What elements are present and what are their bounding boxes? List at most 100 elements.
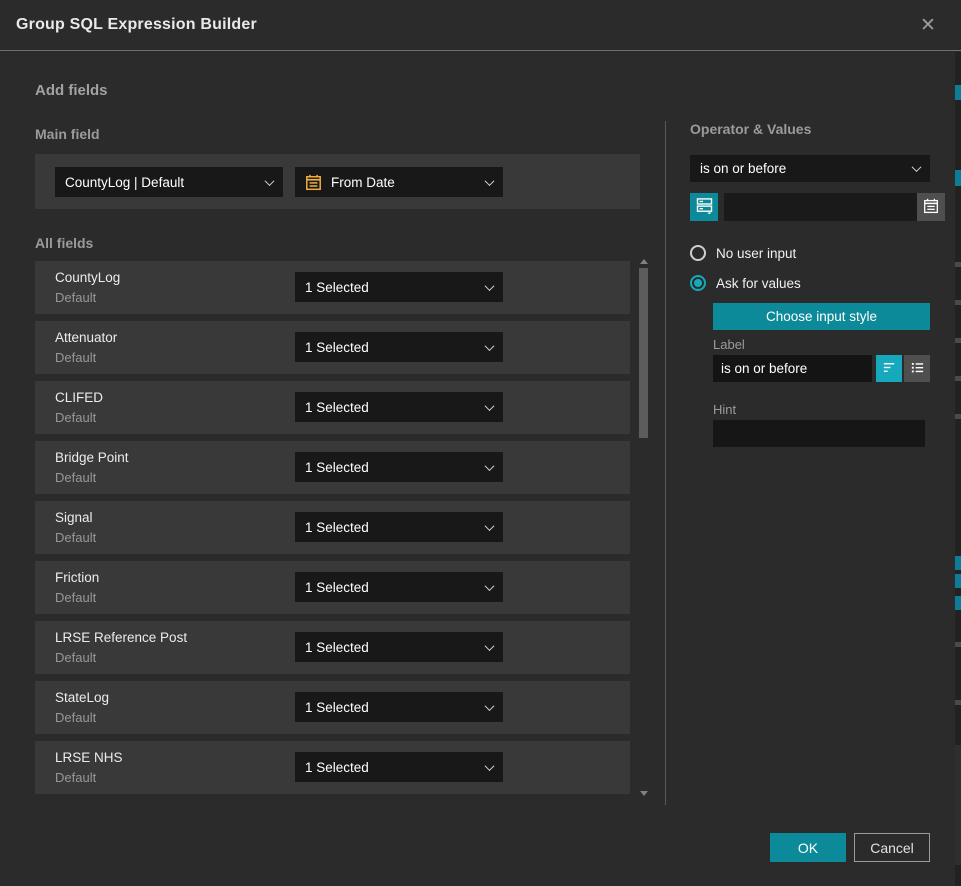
selection-value: 1 Selected: [305, 280, 478, 295]
no-user-input-label: No user input: [716, 246, 796, 261]
field-selection-select[interactable]: 1 Selected: [295, 632, 503, 662]
field-sublabel: Default: [55, 590, 96, 605]
add-fields-heading: Add fields: [35, 82, 108, 99]
operator-select-value: is on or before: [700, 161, 905, 176]
selection-value: 1 Selected: [305, 700, 478, 715]
no-user-input-radio[interactable]: No user input: [690, 245, 796, 261]
field-sublabel: Default: [55, 770, 96, 785]
field-sublabel: Default: [55, 710, 96, 725]
operator-values-panel: Operator & Values is on or before: [690, 121, 930, 137]
field-row: CLIFED Default 1 Selected: [35, 381, 630, 434]
layer-select[interactable]: CountyLog | Default: [55, 167, 283, 197]
date-value-input[interactable]: [724, 193, 917, 221]
selection-value: 1 Selected: [305, 460, 478, 475]
chevron-down-icon: [265, 176, 275, 186]
chevron-down-icon: [485, 641, 495, 651]
scroll-up-icon[interactable]: [640, 259, 648, 264]
selection-value: 1 Selected: [305, 640, 478, 655]
ask-for-values-label: Ask for values: [716, 276, 801, 291]
chevron-down-icon: [912, 162, 922, 172]
input-mode-icon: [696, 197, 713, 217]
choose-input-style-button[interactable]: Choose input style: [713, 303, 930, 330]
field-name: CLIFED: [55, 390, 103, 405]
operator-select[interactable]: is on or before: [690, 155, 930, 182]
panel-divider: [665, 121, 666, 805]
field-name: LRSE NHS: [55, 750, 123, 765]
dialog-title: Group SQL Expression Builder: [16, 16, 257, 34]
chevron-down-icon: [485, 281, 495, 291]
field-name: StateLog: [55, 690, 109, 705]
field-selection-select[interactable]: 1 Selected: [295, 752, 503, 782]
label-input[interactable]: [713, 355, 872, 382]
chevron-down-icon: [485, 521, 495, 531]
field-name: Signal: [55, 510, 93, 525]
field-selection-select[interactable]: 1 Selected: [295, 692, 503, 722]
list-scrollbar[interactable]: [637, 256, 651, 802]
field-selection-select[interactable]: 1 Selected: [295, 512, 503, 542]
field-name: Bridge Point: [55, 450, 129, 465]
field-row: StateLog Default 1 Selected: [35, 681, 630, 734]
chevron-down-icon: [485, 176, 495, 186]
calendar-icon: [923, 198, 939, 217]
single-value-style-button[interactable]: [876, 355, 902, 382]
radio-icon[interactable]: [690, 245, 706, 261]
field-row: Friction Default 1 Selected: [35, 561, 630, 614]
field-selection-select[interactable]: 1 Selected: [295, 272, 503, 302]
label-field-label: Label: [713, 337, 745, 352]
scroll-down-icon[interactable]: [640, 791, 648, 796]
selection-value: 1 Selected: [305, 520, 478, 535]
hint-field-label: Hint: [713, 402, 736, 417]
field-sublabel: Default: [55, 410, 96, 425]
chevron-down-icon: [485, 701, 495, 711]
layer-select-value: CountyLog | Default: [65, 175, 258, 190]
chevron-down-icon: [485, 401, 495, 411]
hint-input[interactable]: [713, 420, 925, 447]
field-sublabel: Default: [55, 650, 96, 665]
field-selection-select[interactable]: 1 Selected: [295, 392, 503, 422]
field-row: Attenuator Default 1 Selected: [35, 321, 630, 374]
operator-values-heading: Operator & Values: [690, 121, 930, 137]
align-left-icon: [882, 360, 897, 378]
field-sublabel: Default: [55, 350, 96, 365]
background-app-sliver: [955, 52, 961, 886]
ask-for-values-radio[interactable]: Ask for values: [690, 275, 801, 291]
field-name: Attenuator: [55, 330, 117, 345]
selection-value: 1 Selected: [305, 760, 478, 775]
field-selection-select[interactable]: 1 Selected: [295, 572, 503, 602]
chevron-down-icon: [485, 341, 495, 351]
input-mode-button[interactable]: [690, 193, 718, 221]
radio-icon[interactable]: [690, 275, 706, 291]
cancel-button[interactable]: Cancel: [854, 833, 930, 862]
field-row: Signal Default 1 Selected: [35, 501, 630, 554]
field-selection-select[interactable]: 1 Selected: [295, 452, 503, 482]
label-input-row: [713, 355, 930, 382]
close-icon[interactable]: ✕: [915, 12, 941, 38]
scrollbar-thumb[interactable]: [639, 268, 648, 438]
dialog-titlebar: Group SQL Expression Builder ✕: [0, 0, 961, 51]
list-values-style-button[interactable]: [904, 355, 930, 382]
field-select[interactable]: From Date: [295, 167, 503, 197]
field-sublabel: Default: [55, 290, 96, 305]
ok-button[interactable]: OK: [770, 833, 846, 862]
field-sublabel: Default: [55, 470, 96, 485]
chevron-down-icon: [485, 581, 495, 591]
main-field-label: Main field: [35, 126, 100, 142]
value-input-row: [690, 193, 930, 221]
main-field-box: CountyLog | Default From Date: [35, 154, 640, 209]
field-row: LRSE NHS Default 1 Selected: [35, 741, 630, 794]
date-picker-button[interactable]: [917, 193, 945, 221]
list-icon: [910, 360, 925, 378]
field-sublabel: Default: [55, 530, 96, 545]
chevron-down-icon: [485, 461, 495, 471]
all-fields-label: All fields: [35, 235, 93, 251]
field-row: LRSE Reference Post Default 1 Selected: [35, 621, 630, 674]
field-selection-select[interactable]: 1 Selected: [295, 332, 503, 362]
field-name: LRSE Reference Post: [55, 630, 187, 645]
field-row: CountyLog Default 1 Selected: [35, 261, 630, 314]
field-name: Friction: [55, 570, 99, 585]
selection-value: 1 Selected: [305, 340, 478, 355]
all-fields-list: CountyLog Default 1 Selected Attenuator …: [35, 261, 630, 801]
field-row: Bridge Point Default 1 Selected: [35, 441, 630, 494]
selection-value: 1 Selected: [305, 400, 478, 415]
field-name: CountyLog: [55, 270, 120, 285]
